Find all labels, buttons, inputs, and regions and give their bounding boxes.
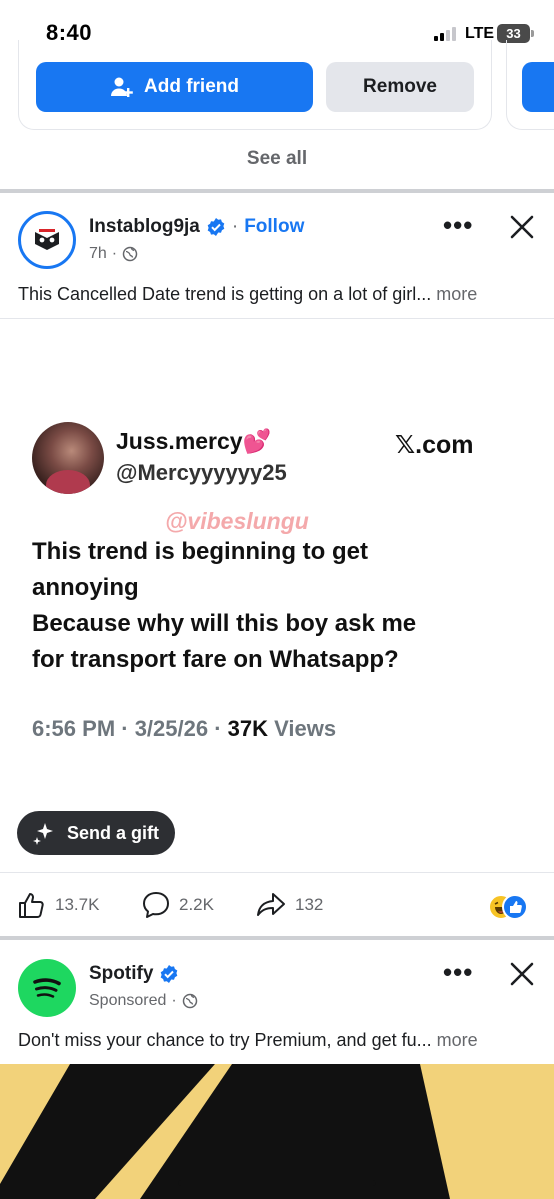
post-caption[interactable]: This Cancelled Date trend is getting on …	[18, 284, 538, 305]
ad-artwork	[0, 1064, 450, 1199]
post-caption-text: This Cancelled Date trend is getting on …	[18, 284, 432, 304]
tweet-avatar	[32, 422, 104, 494]
like-button[interactable]: 13.7K	[17, 890, 99, 920]
reaction-summary[interactable]	[488, 894, 538, 920]
ad-author-name[interactable]: Spotify	[89, 963, 153, 985]
like-icon	[19, 893, 44, 918]
tweet-name: Juss.mercy💕	[116, 428, 272, 454]
tweet-body-line: Because why will this boy ask me	[32, 610, 417, 637]
gift-sparkle-icon	[32, 823, 53, 845]
add-friend-label: Add friend	[144, 76, 239, 97]
tweet-handle: @Mercyyyyyy25	[116, 460, 287, 485]
sponsored-label[interactable]: Sponsored	[89, 992, 166, 1010]
ad-caption-more[interactable]: more	[437, 1030, 478, 1050]
tweet-body-line: for transport fare on Whatsapp?	[32, 646, 399, 673]
post-author-name[interactable]: Instablog9ja	[89, 216, 200, 238]
verified-badge-icon	[161, 965, 178, 983]
post-author-row: Instablog9ja · Follow	[89, 216, 304, 238]
tweet-views-count: 37K	[227, 716, 269, 741]
spotify-logo-icon	[33, 978, 61, 998]
post-time[interactable]: 7h	[89, 245, 107, 263]
share-button[interactable]: 132	[255, 890, 323, 920]
like-reaction-icon	[502, 894, 528, 920]
ad-close-icon[interactable]	[509, 961, 535, 987]
comment-icon	[143, 892, 169, 918]
follow-button[interactable]: Follow	[244, 216, 304, 238]
post-close-icon[interactable]	[509, 214, 535, 240]
section-divider	[0, 936, 554, 940]
comment-button[interactable]: 2.2K	[141, 890, 214, 920]
tweet-body: This trend is beginning to get annoying …	[32, 534, 512, 678]
actions-divider	[0, 872, 554, 873]
tweet-stats: 6:56 PM · 3/25/26 · 37K Views	[32, 716, 336, 742]
ad-meta: Sponsored ·	[89, 992, 198, 1010]
post-meta: 7h ·	[89, 245, 138, 263]
tweet-stats-time: 6:56 PM · 3/25/26 ·	[32, 716, 228, 741]
post-image-tweet[interactable]: Juss.mercy💕 @Mercyyyyyy25 𝕏.com @vibeslu…	[0, 320, 554, 870]
ad-caption[interactable]: Don't miss your chance to try Premium, a…	[18, 1030, 538, 1051]
post-caption-more[interactable]: more	[436, 284, 477, 304]
ad-author-row: Spotify	[89, 963, 179, 985]
instablog9ja-logo	[35, 229, 59, 250]
verified-badge-icon	[207, 218, 225, 236]
tweet-body-line: This trend is beginning to get	[32, 538, 368, 565]
battery-tip	[531, 30, 534, 37]
tweet-watermark: @vibeslungu	[165, 508, 309, 534]
see-all-link[interactable]: See all	[0, 148, 554, 170]
post-more-options-icon[interactable]: •••	[443, 210, 473, 241]
share-count: 132	[295, 895, 324, 914]
ad-caption-text: Don't miss your chance to try Premium, a…	[18, 1030, 432, 1050]
ad-image[interactable]	[0, 1064, 554, 1199]
meta-separator: ·	[171, 992, 177, 1009]
tweet-body-line: annoying	[32, 574, 139, 601]
section-divider	[0, 189, 554, 193]
globe-icon	[182, 993, 197, 1009]
caption-divider	[0, 318, 554, 319]
like-count: 13.7K	[55, 895, 100, 914]
tweet-site-label: 𝕏.com	[395, 431, 474, 459]
spotify-avatar[interactable]	[18, 959, 76, 1017]
send-gift-label: Send a gift	[66, 822, 159, 843]
send-gift-button[interactable]: Send a gift	[17, 811, 175, 855]
comment-count: 2.2K	[179, 895, 214, 914]
add-friend-button-next[interactable]	[522, 62, 554, 112]
ad-more-options-icon[interactable]: •••	[443, 957, 473, 988]
meta-separator: ·	[111, 245, 118, 262]
add-friend-icon	[111, 77, 133, 97]
remove-label: Remove	[363, 76, 437, 97]
add-friend-button[interactable]: Add friend	[36, 62, 313, 112]
instablog9ja-avatar[interactable]	[18, 211, 76, 269]
tweet-views-label: Views	[268, 716, 337, 741]
home-indicator[interactable]	[178, 1180, 376, 1186]
follow-separator: ·	[231, 216, 239, 237]
share-icon	[257, 893, 285, 916]
globe-icon	[122, 246, 138, 262]
remove-button[interactable]: Remove	[326, 62, 474, 112]
signal-icon	[434, 27, 458, 41]
